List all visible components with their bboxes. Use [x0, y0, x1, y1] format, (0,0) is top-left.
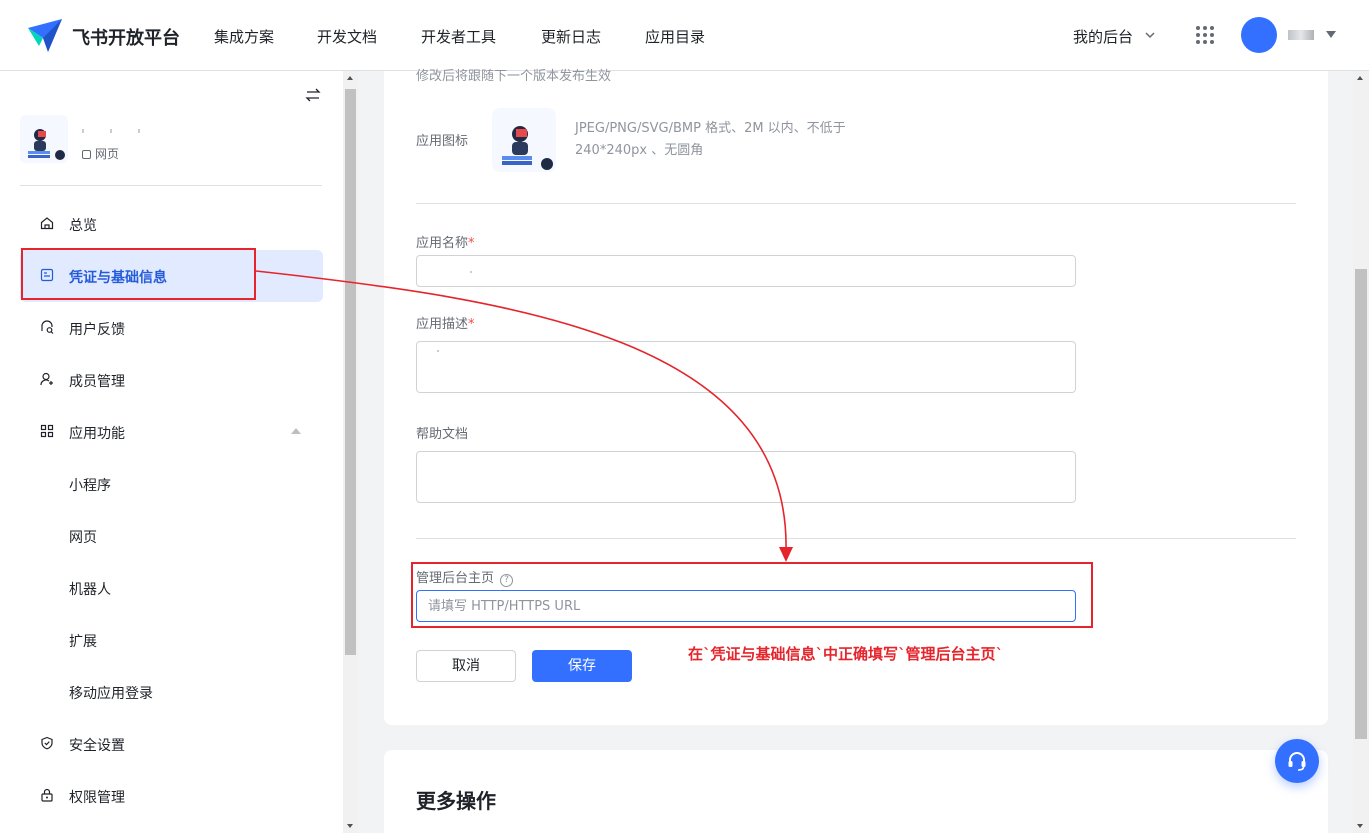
sidebar-item-label: 移动应用登录 — [69, 686, 153, 702]
sidebar-item-feedback[interactable]: 用户反馈 — [20, 302, 323, 354]
app-icon-hint: JPEG/PNG/SVG/BMP 格式、2M 以内、不低于 240*240px … — [575, 121, 846, 158]
annotation-highlight-credentials — [21, 248, 256, 300]
sidebar-item-web[interactable]: 网页 — [20, 510, 323, 562]
app-name-label-text: 应用名称 — [416, 236, 469, 251]
nav-dev-tools[interactable]: 开发者工具 — [421, 26, 496, 47]
scrollbar-thumb[interactable] — [1355, 269, 1367, 739]
scroll-up-arrow-icon[interactable] — [347, 76, 353, 80]
app-type: 网页 — [82, 145, 119, 162]
scroll-down-arrow-icon[interactable] — [347, 824, 353, 828]
sidebar-item-label: 安全设置 — [69, 738, 125, 754]
nav-solutions[interactable]: 集成方案 — [214, 26, 274, 47]
caret-up-icon[interactable] — [291, 428, 301, 434]
app-description-label: 应用描述* — [416, 313, 475, 332]
web-icon — [82, 150, 91, 159]
app-avatar-illustration — [20, 115, 68, 163]
app-description-textarea[interactable] — [416, 341, 1076, 393]
headset-icon — [1288, 752, 1306, 771]
more-actions-title: 更多操作 — [416, 789, 496, 813]
app-name-label: 应用名称* — [416, 232, 475, 251]
cancel-button[interactable]: 取消 — [416, 650, 516, 682]
feishu-logo-icon[interactable] — [26, 16, 64, 54]
annotation-instruction-text: 在`凭证与基础信息`中正确填写`管理后台主页` — [688, 645, 1004, 663]
save-button[interactable]: 保存 — [532, 650, 632, 682]
help-doc-label: 帮助文档 — [416, 427, 469, 442]
blurred-value — [470, 271, 472, 273]
add-member-icon — [40, 372, 53, 386]
scroll-down-arrow-icon[interactable] — [1357, 824, 1363, 828]
scrollbar-thumb[interactable] — [345, 89, 356, 655]
sidebar-item-overview[interactable]: 总览 — [20, 198, 323, 250]
customer-service-button[interactable] — [1275, 739, 1319, 783]
sidebar-item-mobile-login[interactable]: 移动应用登录 — [20, 666, 323, 718]
my-console-menu[interactable]: 我的后台 — [1073, 26, 1133, 47]
sidebar-scrollbar[interactable] — [343, 71, 358, 833]
sidebar-item-permissions[interactable]: 权限管理 — [20, 770, 323, 822]
app-type-label: 网页 — [95, 147, 120, 161]
divider — [416, 538, 1296, 539]
help-doc-textarea[interactable] — [416, 451, 1076, 503]
apps-grid-icon[interactable] — [1195, 25, 1215, 45]
sidebar-item-label: 用户反馈 — [69, 322, 125, 338]
feedback-icon — [41, 320, 54, 334]
sidebar-item-extension[interactable]: 扩展 — [20, 614, 323, 666]
sidebar-item-label: 总览 — [69, 218, 97, 234]
sidebar-item-security[interactable]: 安全设置 — [20, 718, 323, 770]
sidebar-item-label: 成员管理 — [69, 374, 125, 390]
sidebar-item-label: 小程序 — [69, 478, 111, 494]
sidebar-item-bot[interactable]: 机器人 — [20, 562, 323, 614]
grid-icon — [40, 424, 54, 438]
collapse-toggle-icon[interactable] — [305, 87, 321, 103]
nav-changelog[interactable]: 更新日志 — [541, 26, 601, 47]
sidebar-item-label: 机器人 — [69, 582, 111, 598]
version-hint-text: 修改后将跟随下一个版本发布生效 — [416, 69, 612, 84]
blurred-value — [437, 350, 439, 352]
scroll-up-arrow-icon[interactable] — [1357, 76, 1363, 80]
sidebar-item-label: 权限管理 — [69, 790, 125, 806]
nav-app-directory[interactable]: 应用目录 — [645, 26, 705, 47]
lock-icon — [41, 788, 53, 802]
app-icon-label: 应用图标 — [416, 134, 469, 149]
required-mark: * — [468, 236, 475, 251]
brand-title[interactable]: 飞书开放平台 — [72, 24, 180, 50]
home-icon — [40, 217, 54, 230]
sidebar-item-label: 扩展 — [69, 634, 97, 650]
divider — [20, 185, 322, 186]
shield-icon — [41, 736, 53, 750]
sidebar-item-label: 应用功能 — [69, 426, 125, 442]
app-description-label-text: 应用描述 — [416, 317, 469, 332]
sidebar-item-app-features[interactable]: 应用功能 — [20, 406, 323, 458]
main-scrollbar[interactable] — [1353, 71, 1369, 833]
top-navigation-bar: 飞书开放平台 集成方案 开发文档 开发者工具 更新日志 应用目录 我的后台 — [0, 0, 1369, 71]
caret-down-icon[interactable] — [1326, 31, 1336, 38]
nav-docs[interactable]: 开发文档 — [317, 26, 377, 47]
user-name-blurred[interactable] — [1288, 30, 1314, 40]
app-icon-image[interactable] — [492, 108, 556, 172]
sidebar: 网页 总览 凭证与基础信息 用户反馈 成员管理 应用功能 小程序 网页 机器人 … — [0, 71, 343, 833]
app-name-input[interactable] — [416, 255, 1076, 287]
annotation-highlight-admin-homepage — [411, 562, 1093, 628]
user-avatar[interactable] — [1241, 17, 1277, 53]
sidebar-item-mini-program[interactable]: 小程序 — [20, 458, 323, 510]
more-actions-card: 更多操作 — [384, 750, 1328, 833]
chevron-down-icon[interactable] — [1143, 28, 1157, 42]
required-mark: * — [468, 317, 475, 332]
divider — [416, 203, 1296, 204]
app-name-blurred — [82, 129, 154, 133]
sidebar-item-label: 网页 — [69, 530, 97, 546]
sidebar-item-members[interactable]: 成员管理 — [20, 354, 323, 406]
